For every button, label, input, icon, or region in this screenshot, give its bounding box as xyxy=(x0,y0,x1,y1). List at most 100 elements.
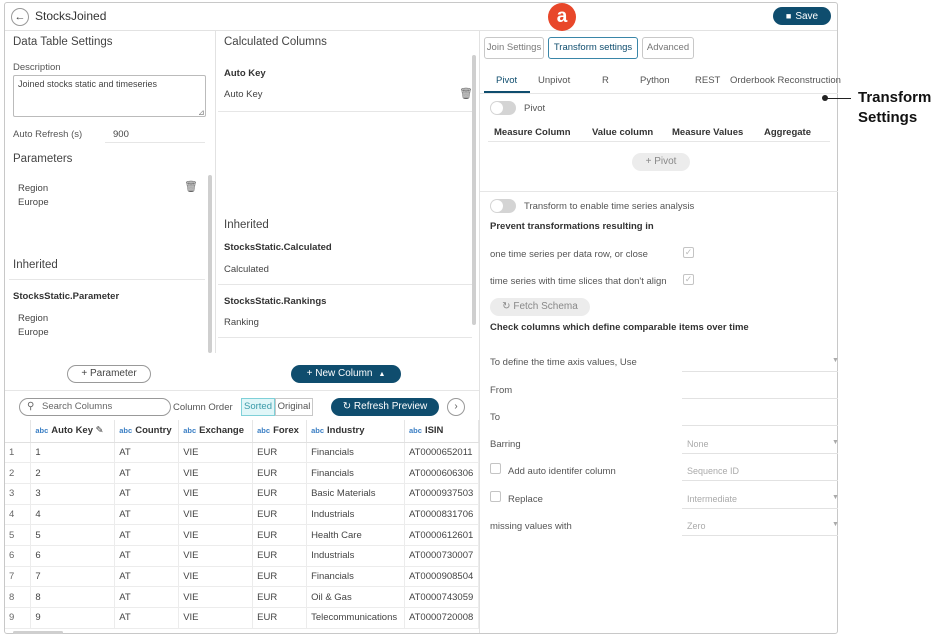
row-number: 5 xyxy=(5,524,32,546)
missing-values-caret-icon[interactable]: ▼ xyxy=(832,521,839,528)
column-header[interactable]: abc Industry xyxy=(306,420,405,443)
table-row[interactable]: 5 5 AT VIE EUR Health Care AT0000612601 xyxy=(5,524,479,546)
inherited-calculated-title: StocksStatic.Calculated xyxy=(224,242,332,253)
table-row[interactable]: 2 2 AT VIE EUR Financials AT0000606306 xyxy=(5,462,479,484)
save-button[interactable]: ■ Save xyxy=(773,7,831,25)
table-cell: AT0000730007 xyxy=(404,545,479,567)
table-row[interactable]: 1 1 AT VIE EUR Financials AT0000652011 xyxy=(5,442,479,464)
barring-caret-icon[interactable]: ▼ xyxy=(832,439,839,446)
refresh-icon: ↻ xyxy=(502,301,514,312)
table-cell: AT xyxy=(114,607,180,629)
missing-values-select[interactable]: Zero xyxy=(687,521,706,531)
table-cell: 5 xyxy=(30,524,116,546)
from-label: From xyxy=(490,385,513,396)
prevent-heading: Prevent transformations resulting in xyxy=(490,221,654,232)
tab-join-settings[interactable]: Join Settings xyxy=(484,37,544,59)
pivot-toggle-label: Pivot xyxy=(524,103,546,114)
fetch-schema-label: Fetch Schema xyxy=(513,301,578,312)
type-tag: abc xyxy=(183,426,197,436)
prevent-option-1-checkbox[interactable]: ✓ xyxy=(683,247,694,258)
edit-pencil-icon[interactable]: ✎ xyxy=(93,425,104,436)
sorted-toggle[interactable]: Sorted xyxy=(241,398,275,416)
table-cell: AT xyxy=(114,504,180,526)
table-row[interactable]: 6 6 AT VIE EUR Industrials AT0000730007 xyxy=(5,545,479,567)
table-row[interactable]: 7 7 AT VIE EUR Financials AT0000908504 xyxy=(5,566,479,588)
subtab-orderbook-reconstruction[interactable]: Orderbook Reconstruction xyxy=(730,75,841,86)
table-cell: Telecommunications xyxy=(306,607,405,629)
table-cell: AT xyxy=(114,545,180,567)
auto-id-input[interactable]: Sequence ID xyxy=(687,466,739,476)
table-row[interactable]: 3 3 AT VIE EUR Basic Materials AT0000937503 xyxy=(5,483,479,505)
subtab-rest[interactable]: REST xyxy=(695,75,720,86)
plus-icon: + xyxy=(81,368,90,379)
table-horizontal-scrollbar[interactable] xyxy=(13,631,63,634)
row-number-header xyxy=(5,420,32,443)
column-header[interactable]: abc ISIN xyxy=(404,420,479,443)
time-axis-select[interactable] xyxy=(682,371,838,372)
column-header[interactable]: abc Auto Key ✎ xyxy=(30,420,116,443)
barring-select[interactable]: None xyxy=(687,439,709,449)
replace-checkbox[interactable] xyxy=(490,491,501,502)
column-header[interactable]: abc Forex xyxy=(252,420,308,443)
row-number: 7 xyxy=(5,566,32,588)
type-tag: abc xyxy=(257,426,271,436)
original-toggle[interactable]: Original xyxy=(275,398,313,416)
save-icon: ■ xyxy=(785,11,792,21)
column-header[interactable]: abc Country xyxy=(114,420,180,443)
add-parameter-button[interactable]: + Parameter xyxy=(67,365,151,383)
left-scrollbar[interactable] xyxy=(208,175,212,353)
from-input[interactable] xyxy=(682,398,838,399)
replace-select[interactable]: Intermediate xyxy=(687,494,737,504)
table-row[interactable]: 9 9 AT VIE EUR Telecommunications AT0000720008 xyxy=(5,607,479,629)
delete-calculated-icon[interactable]: 🗑 xyxy=(459,87,473,100)
missing-values-label: missing values with xyxy=(490,521,572,532)
subtab-r[interactable]: R xyxy=(602,75,609,86)
table-cell: AT0000652011 xyxy=(404,442,479,464)
subtab-unpivot[interactable]: Unpivot xyxy=(538,75,570,86)
time-axis-caret-icon[interactable]: ▼ xyxy=(832,357,839,364)
chevron-right-icon[interactable]: › xyxy=(447,398,465,416)
add-pivot-button[interactable]: + Pivot xyxy=(632,153,690,171)
calculated-columns-panel: Calculated Columns Auto Key Auto Key 🗑 I… xyxy=(215,31,479,353)
row-number: 3 xyxy=(5,483,32,505)
new-column-button[interactable]: + New Column ▲ xyxy=(291,365,401,383)
resize-handle-icon[interactable]: ⊿ xyxy=(198,108,205,117)
auto-id-checkbox[interactable] xyxy=(490,463,501,474)
tab-advanced[interactable]: Advanced xyxy=(642,37,694,59)
back-arrow-icon[interactable]: ← xyxy=(11,8,29,26)
table-cell: VIE xyxy=(178,504,254,526)
prevent-option-2-checkbox[interactable]: ✓ xyxy=(683,274,694,285)
table-cell: EUR xyxy=(252,545,308,567)
pivot-toggle[interactable] xyxy=(490,101,516,115)
table-cell: 7 xyxy=(30,566,116,588)
table-cell: AT0000908504 xyxy=(404,566,479,588)
type-tag: abc xyxy=(311,426,324,436)
table-cell: VIE xyxy=(178,566,254,588)
refresh-preview-button[interactable]: ↻ Refresh Preview xyxy=(331,398,439,416)
middle-scrollbar[interactable] xyxy=(472,55,476,325)
tab-transform-settings[interactable]: Transform settings xyxy=(548,37,638,59)
pivot-col-aggregate: Aggregate xyxy=(764,127,811,138)
replace-caret-icon[interactable]: ▼ xyxy=(832,494,839,501)
pivot-col-measure-values: Measure Values xyxy=(672,127,744,138)
auto-key-value: Auto Key xyxy=(224,89,263,100)
auto-key-title: Auto Key xyxy=(224,68,266,79)
delete-parameter-icon[interactable]: 🗑 xyxy=(184,180,198,193)
column-header-label: Country xyxy=(135,425,172,437)
auto-refresh-input[interactable]: 900 xyxy=(113,129,129,140)
table-row[interactable]: 4 4 AT VIE EUR Industrials AT0000831706 xyxy=(5,504,479,526)
description-textarea[interactable]: Joined stocks static and timeseries xyxy=(13,75,206,117)
subtab-pivot[interactable]: Pivot xyxy=(496,75,517,86)
fetch-schema-button[interactable]: ↻ Fetch Schema xyxy=(490,298,590,316)
search-placeholder: Search Columns xyxy=(42,401,113,412)
search-columns-input[interactable]: ⚲ Search Columns xyxy=(19,398,171,416)
table-cell: EUR xyxy=(252,462,308,484)
column-header[interactable]: abc Exchange xyxy=(178,420,254,443)
auto-id-label: Add auto identifer column xyxy=(508,466,616,477)
table-row[interactable]: 8 8 AT VIE EUR Oil & Gas AT0000743059 xyxy=(5,586,479,608)
to-input[interactable] xyxy=(682,425,838,426)
replace-underline xyxy=(682,508,838,509)
timeseries-toggle[interactable] xyxy=(490,199,516,213)
preview-table: abc Auto Key ✎ abc Country abc Exchange abc For… xyxy=(5,420,479,629)
subtab-python[interactable]: Python xyxy=(640,75,670,86)
